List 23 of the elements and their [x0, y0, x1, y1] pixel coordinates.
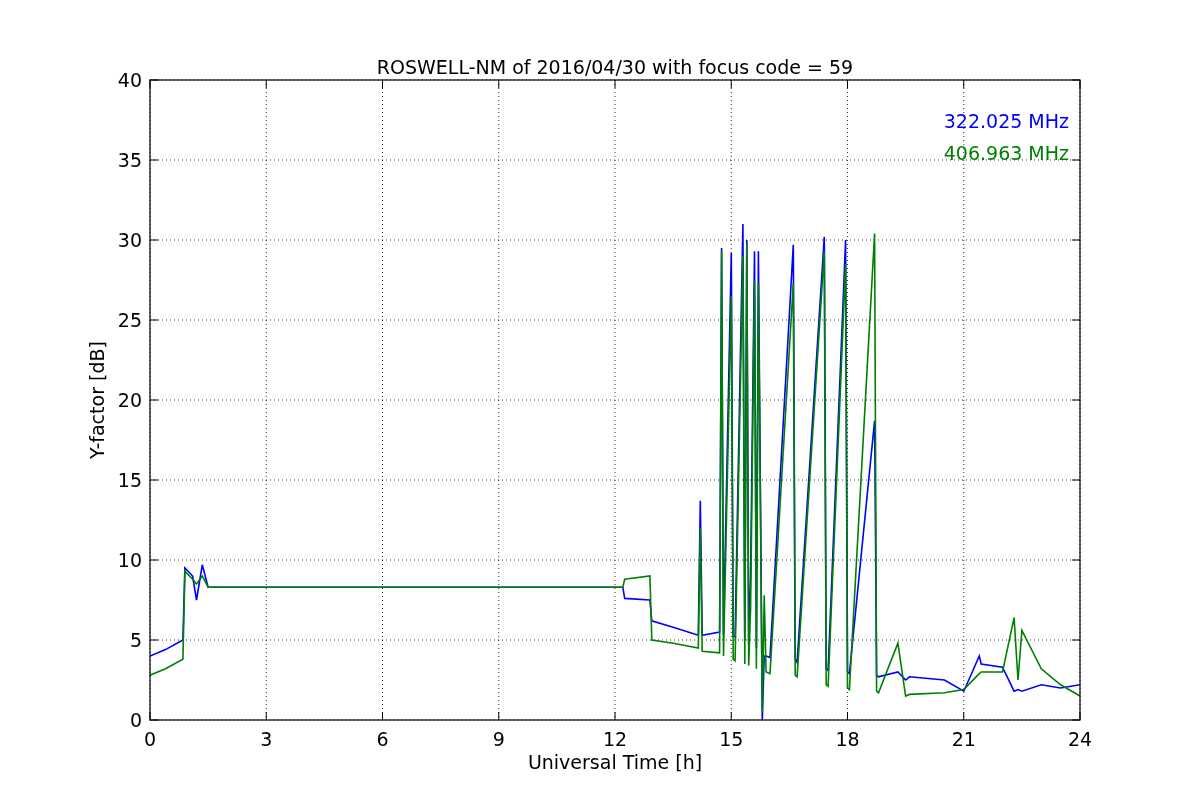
- x-tick-label: 21: [951, 728, 976, 750]
- y-axis-label: Y-factor [dB]: [86, 341, 108, 459]
- y-tick-label: 0: [129, 709, 142, 731]
- legend-entry: 322.025 MHz: [943, 110, 1069, 132]
- y-tick-label: 25: [117, 309, 142, 331]
- y-tick-label: 20: [117, 389, 142, 411]
- x-tick-label: 15: [719, 728, 744, 750]
- x-tick-label: 9: [492, 728, 505, 750]
- y-tick-label: 35: [117, 149, 142, 171]
- y-tick-label: 10: [117, 549, 142, 571]
- x-tick-label: 24: [1067, 728, 1093, 750]
- x-tick-label: 18: [835, 728, 860, 750]
- y-tick-label: 40: [117, 69, 142, 91]
- x-axis-label: Universal Time [h]: [527, 751, 703, 773]
- chart-title: ROSWELL-NM of 2016/04/30 with focus code = 59: [376, 56, 854, 78]
- x-tick-label: 6: [376, 728, 389, 750]
- x-tick-label: 12: [602, 728, 628, 750]
- y-tick-label: 30: [117, 229, 142, 251]
- y-tick-label: 5: [129, 629, 142, 651]
- legend-entry: 406.963 MHz: [943, 142, 1069, 164]
- y-tick-label: 15: [117, 469, 142, 491]
- x-tick-label: 3: [260, 728, 273, 750]
- x-tick-label: 0: [143, 728, 157, 750]
